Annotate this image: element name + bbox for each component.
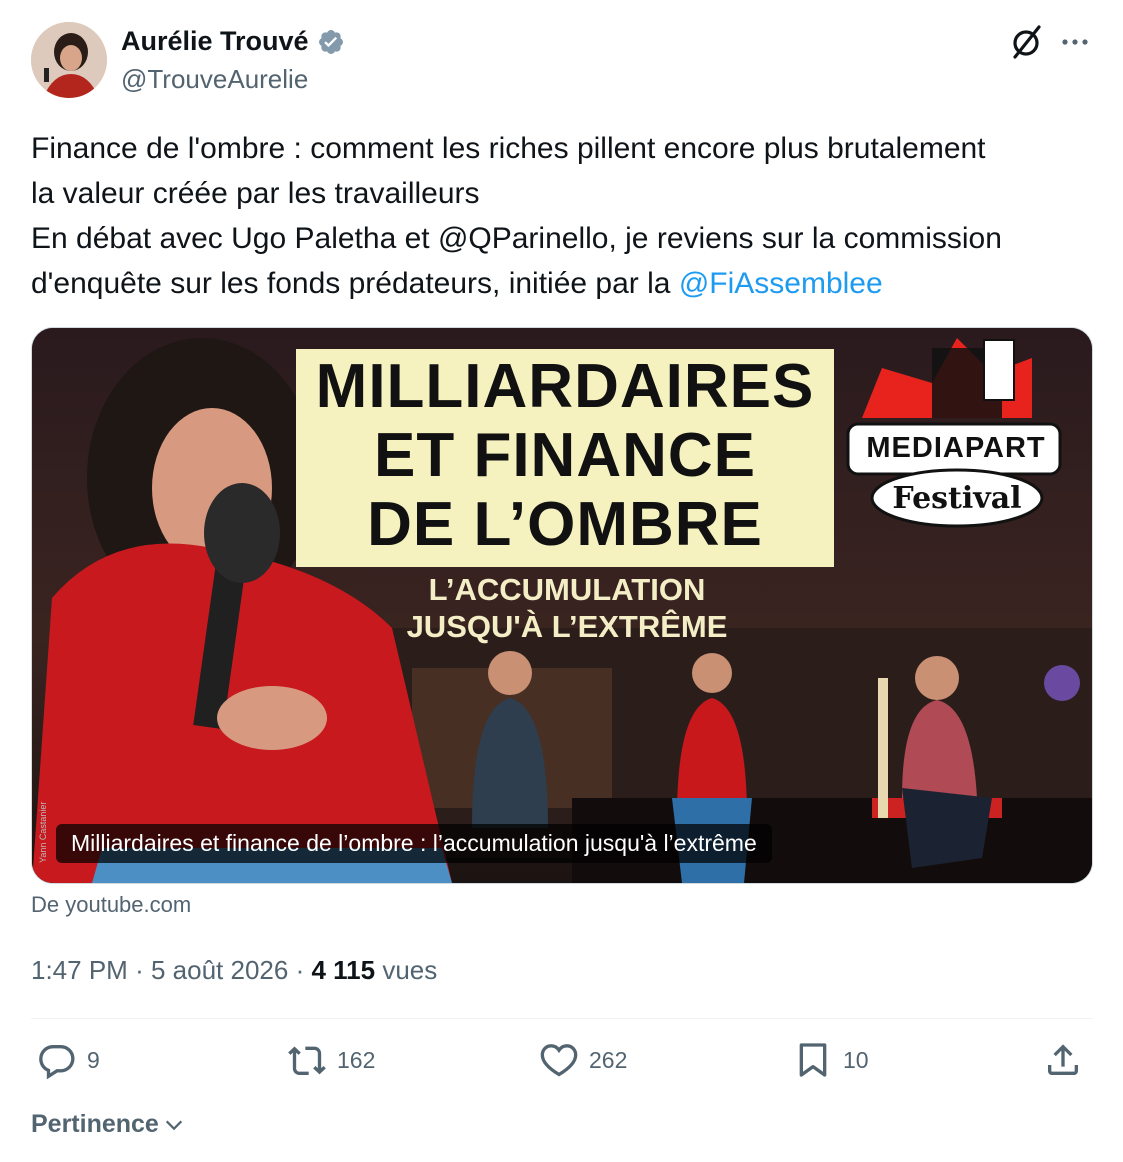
link-card[interactable]: MILLIARDAIRES ET FINANCE DE L’OMBRE L’AC… <box>31 327 1093 884</box>
verified-badge-icon <box>317 28 345 56</box>
views-label: vues <box>382 955 438 985</box>
sort-selector[interactable]: Pertinence <box>31 1110 185 1139</box>
avatar[interactable] <box>31 22 107 98</box>
tweet-line: la valeur créée par les travailleurs <box>31 177 480 210</box>
divider <box>31 1018 1093 1019</box>
author-handle[interactable]: @TrouveAurelie <box>121 64 308 95</box>
chevron-down-icon <box>165 1120 182 1130</box>
more-options-icon[interactable] <box>1058 28 1092 56</box>
tweet-meta: 1:47 PM · 5 août 2026 · 4 115 vues <box>31 955 437 986</box>
thumbnail-title: MILLIARDAIRES ET FINANCE DE L’OMBRE <box>296 352 834 559</box>
like-button[interactable]: 262 <box>539 1040 627 1080</box>
heart-icon <box>540 1044 578 1077</box>
mention-link[interactable]: @FiAssemblee <box>679 267 883 300</box>
sort-label: Pertinence <box>31 1110 159 1138</box>
like-count: 262 <box>589 1046 628 1073</box>
bookmark-count: 10 <box>843 1046 869 1073</box>
card-source[interactable]: De youtube.com <box>31 892 191 918</box>
card-caption[interactable]: Milliardaires et finance de l’ombre : l’… <box>56 824 772 863</box>
tweet-line-text: d'enquête sur les fonds prédateurs, init… <box>31 267 679 300</box>
reply-count: 9 <box>87 1046 100 1073</box>
festival-logo-word: Festival <box>892 481 1022 516</box>
tweet-line: d'enquête sur les fonds prédateurs, init… <box>31 261 1101 306</box>
author-name[interactable]: Aurélie Trouvé <box>121 26 309 57</box>
thumbnail-title-line: DE L’OMBRE <box>367 490 763 559</box>
tweet-line: En débat avec Ugo Paletha et @QParinello… <box>31 222 1002 255</box>
thumbnail-title-line: ET FINANCE <box>374 421 756 490</box>
meta-separator: · <box>135 955 144 985</box>
festival-logo-name: MEDIAPART <box>866 432 1046 464</box>
bookmark-button[interactable]: 10 <box>793 1040 869 1080</box>
reply-button[interactable]: 9 <box>37 1040 100 1080</box>
share-button[interactable] <box>1043 1040 1083 1080</box>
tweet-date[interactable]: 5 août 2026 <box>151 955 288 985</box>
thumbnail-subtitle-line: JUSQU'À L’EXTRÊME <box>406 609 728 644</box>
meta-separator: · <box>295 955 305 985</box>
repost-button[interactable]: 162 <box>287 1040 375 1080</box>
action-bar: 9 162 262 10 <box>31 1040 1093 1090</box>
photo-credit: Yann Castanier <box>38 801 48 863</box>
reply-icon <box>39 1045 75 1080</box>
share-icon <box>1048 1044 1078 1075</box>
tweet-time[interactable]: 1:47 PM <box>31 955 128 985</box>
tweet-line: Finance de l'ombre : comment les riches … <box>31 132 986 165</box>
thumbnail-subtitle-line: L’ACCUMULATION <box>428 572 706 607</box>
tweet-text: Finance de l'ombre : comment les riches … <box>31 126 1101 306</box>
thumbnail-title-line: MILLIARDAIRES <box>315 352 815 421</box>
repost-count: 162 <box>337 1046 376 1073</box>
views-count: 4 115 <box>311 955 376 985</box>
thumbnail-subtitle: L’ACCUMULATION JUSQU'À L’EXTRÊME <box>332 571 802 645</box>
bookmark-icon <box>799 1043 827 1077</box>
repost-icon <box>288 1046 326 1075</box>
grok-icon[interactable] <box>1006 22 1046 62</box>
